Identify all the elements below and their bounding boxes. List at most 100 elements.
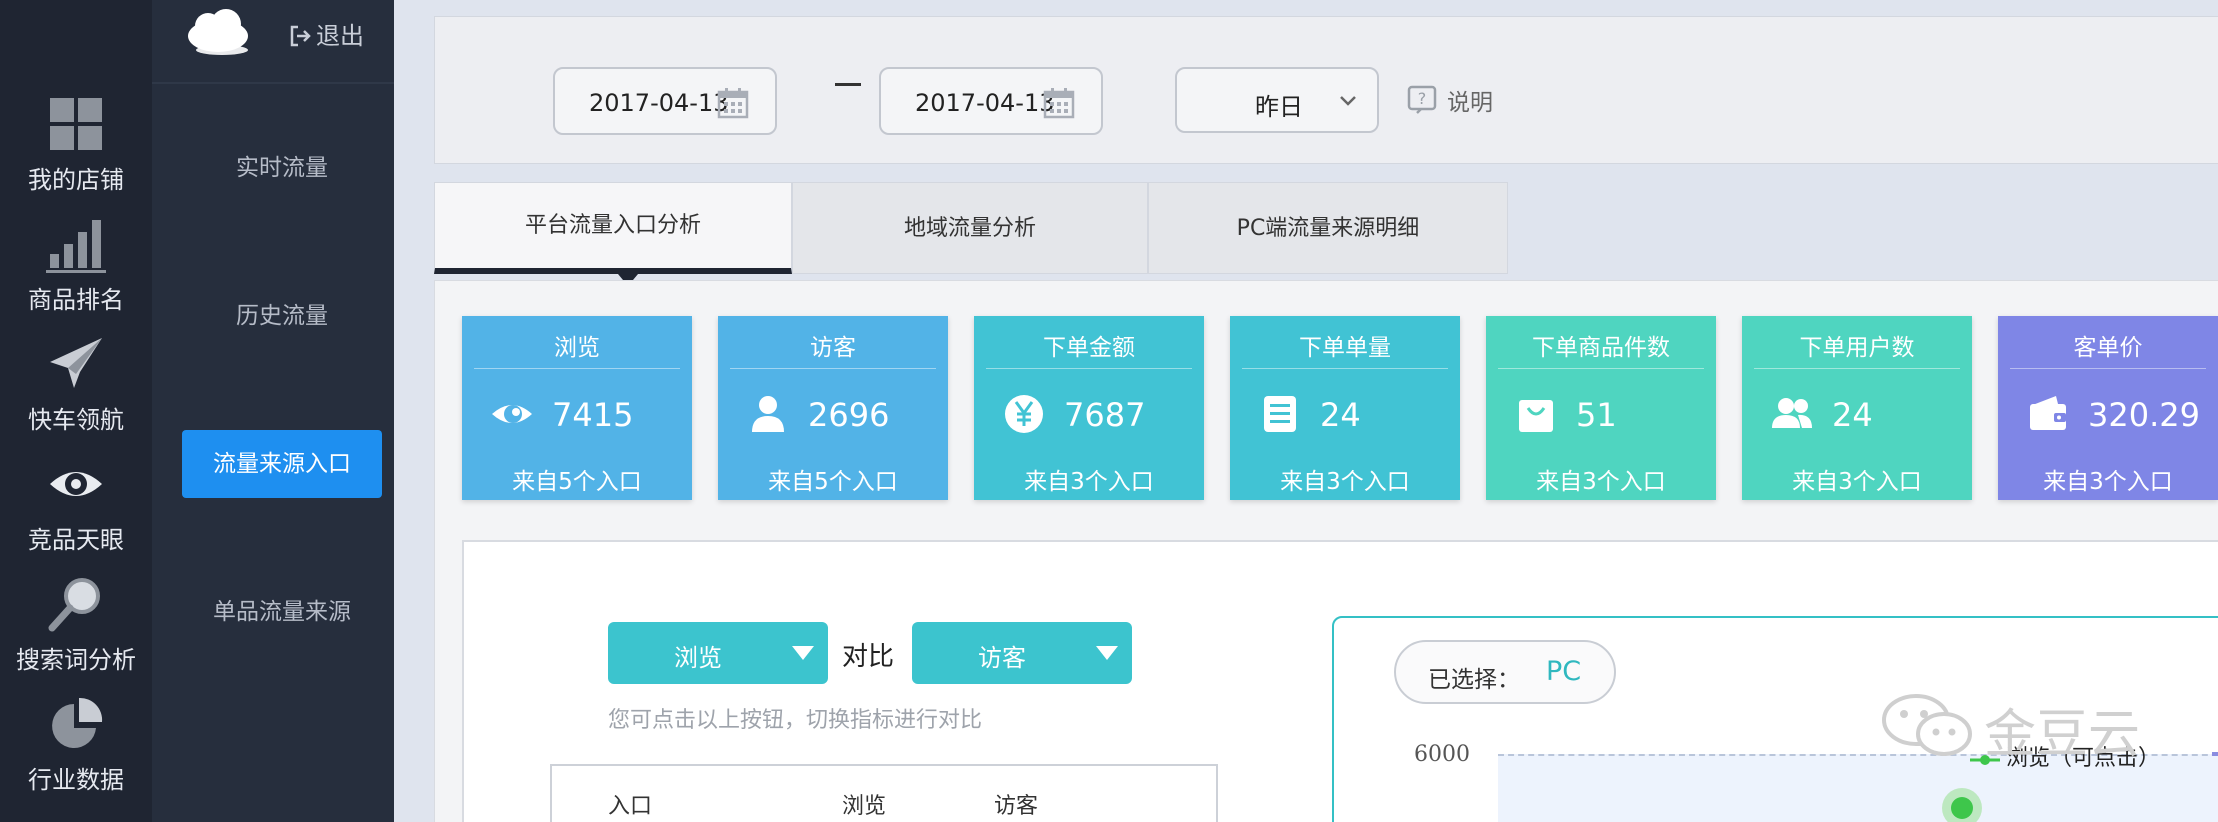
bag-icon (1519, 400, 1553, 432)
sidebar-item-history-traffic[interactable]: 历史流量 (182, 282, 382, 350)
card-divider (1242, 368, 1448, 369)
help-link[interactable]: ? 说明 (1407, 83, 1493, 117)
entry-table: 入口 浏览 访客 (550, 764, 1218, 822)
end-date-value: 2017-04-13 (915, 89, 1055, 117)
calendar-icon (717, 88, 749, 119)
pie-chart-icon (52, 697, 103, 748)
app-rail: 我的店铺 商品排名 快车领航 竞品天眼 搜索词分析 行业数据 (0, 0, 152, 822)
compare-hint: 您可点击以上按钮，切换指标进行对比 (608, 708, 983, 733)
card-subtitle: 来自5个入口 (768, 469, 898, 495)
card-title: 下单商品件数 (1532, 335, 1670, 361)
card-title: 客单价 (2073, 335, 2143, 361)
card-divider (986, 368, 1192, 369)
logout-label: 退出 (316, 22, 364, 50)
metric-card-avg-order-value[interactable]: 客单价 320.29 来自3个入口 (1998, 316, 2218, 500)
card-title: 浏览 (554, 335, 600, 361)
cloud-logo-icon (188, 9, 248, 55)
table-header-visitors: 访客 (994, 794, 1039, 819)
card-divider (1754, 368, 1960, 369)
rail-item-label: 商品排名 (28, 286, 124, 314)
card-value: 7687 (1064, 396, 1146, 434)
sidebar-item-product-traffic-source[interactable]: 单品流量来源 (182, 578, 382, 646)
card-title: 下单用户数 (1799, 335, 1915, 361)
rail-item-label: 快车领航 (28, 406, 124, 434)
date-range-dash (835, 83, 861, 86)
calendar-icon (1043, 88, 1075, 119)
rail-item-label: 竞品天眼 (28, 526, 124, 554)
rail-item-my-shop[interactable]: 我的店铺 (0, 88, 152, 198)
rail-item-search-terms[interactable]: 搜索词分析 (0, 568, 152, 678)
card-subtitle: 来自3个入口 (1792, 469, 1922, 495)
users-icon (1772, 398, 1812, 428)
card-subtitle: 来自5个入口 (512, 469, 642, 495)
list-icon (1264, 396, 1296, 432)
tab-pc-traffic-detail[interactable]: PC端流量来源明细 (1148, 182, 1508, 274)
question-icon: ? (1407, 85, 1437, 114)
period-select[interactable]: 昨日 (1175, 67, 1379, 133)
metric-a-dropdown[interactable]: 浏览 (608, 622, 828, 684)
start-date-input[interactable]: 2017-04-13 (553, 67, 777, 135)
sidebar-divider (152, 82, 394, 84)
data-point-marker[interactable] (1942, 788, 1982, 822)
card-subtitle: 来自3个入口 (1280, 469, 1410, 495)
card-divider (730, 368, 936, 369)
sidebar-item-realtime-traffic[interactable]: 实时流量 (182, 134, 382, 202)
card-value: 24 (1320, 396, 1361, 434)
svg-text:?: ? (1418, 89, 1427, 108)
wechat-logo-icon (1882, 694, 1972, 756)
card-divider (474, 368, 680, 369)
caret-down-icon (792, 646, 814, 660)
metric-b-dropdown[interactable]: 访客 (912, 622, 1132, 684)
chevron-down-icon (1340, 96, 1356, 106)
yen-icon (1005, 395, 1043, 433)
bar-chart-icon (46, 220, 106, 273)
logout-icon (290, 25, 311, 47)
rail-item-express[interactable]: 快车领航 (0, 328, 152, 438)
paper-plane-icon (50, 338, 102, 388)
sidebar: 退出 实时流量 历史流量 流量来源入口 单品流量来源 (152, 0, 394, 822)
filter-bar: 2017-04-13 2017-04-13 昨日 ? 说明 (434, 16, 2218, 164)
rail-item-competitor[interactable]: 竞品天眼 (0, 448, 152, 558)
card-divider (2010, 368, 2206, 369)
rail-item-product-rank[interactable]: 商品排名 (0, 208, 152, 318)
selected-label: 已选择： (1428, 667, 1520, 693)
card-value: 2696 (808, 396, 890, 434)
logout-button[interactable]: 退出 (288, 16, 364, 51)
period-select-value: 昨日 (1255, 93, 1303, 121)
card-title: 下单单量 (1299, 335, 1391, 361)
metric-card-order-items[interactable]: 下单商品件数 51 来自3个入口 (1486, 316, 1716, 500)
card-value: 7415 (552, 396, 634, 434)
eye-icon (50, 472, 102, 496)
watermark-text: 金豆云 (1984, 705, 2141, 765)
selected-value: PC (1546, 656, 1582, 687)
compare-label: 对比 (842, 642, 895, 672)
metric-card-order-amount[interactable]: 下单金额 7687 来自3个入口 (974, 316, 1204, 500)
rail-item-label: 行业数据 (28, 766, 124, 794)
selected-filter-chip[interactable]: 已选择： PC (1394, 640, 1616, 704)
card-title: 访客 (810, 335, 856, 361)
series-line-fragment (2212, 752, 2218, 756)
start-date-value: 2017-04-13 (589, 89, 729, 117)
card-subtitle: 来自3个入口 (2043, 469, 2173, 495)
card-divider (1498, 368, 1704, 369)
metric-card-views[interactable]: 浏览 7415 来自5个入口 (462, 316, 692, 500)
tab-platform-entry-analysis[interactable]: 平台流量入口分析 (434, 182, 792, 274)
rail-item-label: 搜索词分析 (16, 646, 136, 674)
metric-card-order-count[interactable]: 下单单量 24 来自3个入口 (1230, 316, 1460, 500)
metric-b-label: 访客 (978, 644, 1026, 672)
card-value: 24 (1832, 396, 1873, 434)
card-subtitle: 来自3个入口 (1024, 469, 1154, 495)
grid-icon (50, 98, 102, 150)
magnifier-icon (48, 578, 100, 632)
card-value: 51 (1576, 396, 1617, 434)
wallet-icon (2030, 396, 2066, 430)
user-icon (752, 396, 784, 432)
tab-region-traffic[interactable]: 地域流量分析 (792, 182, 1148, 274)
table-header-entry: 入口 (608, 794, 653, 819)
sidebar-item-traffic-source-entry[interactable]: 流量来源入口 (182, 430, 382, 498)
rail-item-industry[interactable]: 行业数据 (0, 688, 152, 798)
card-title: 下单金额 (1043, 335, 1135, 361)
metric-card-visitors[interactable]: 访客 2696 来自5个入口 (718, 316, 948, 500)
metric-card-order-users[interactable]: 下单用户数 24 来自3个入口 (1742, 316, 1972, 500)
end-date-input[interactable]: 2017-04-13 (879, 67, 1103, 135)
